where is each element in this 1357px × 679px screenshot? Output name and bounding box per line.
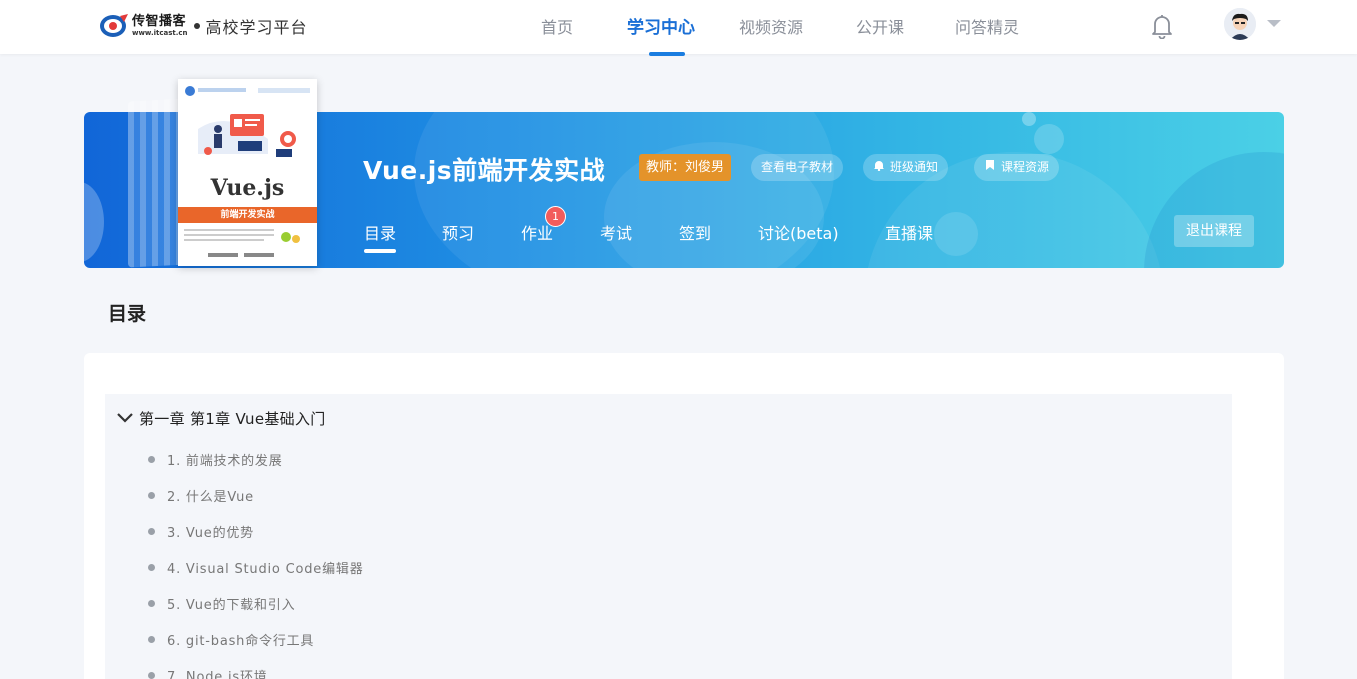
bell-icon[interactable] — [1151, 13, 1173, 40]
bookmark-icon — [984, 154, 996, 181]
chapter-title: 第一章 第1章 Vue基础入门 — [139, 409, 326, 428]
tab-discussion[interactable]: 讨论(beta) — [758, 220, 839, 244]
tab-exam[interactable]: 考试 — [600, 220, 632, 244]
nav-home[interactable]: 首页 — [541, 14, 573, 38]
course-resources-label: 课程资源 — [1001, 160, 1050, 174]
lesson-item[interactable]: 5. Vue的下载和引入 — [148, 593, 295, 613]
book-cover: Vue.js 前端开发实战 — [178, 79, 317, 266]
nav-active-indicator — [649, 52, 685, 56]
banner-decoration — [1034, 124, 1064, 154]
logo-separator — [193, 23, 200, 29]
site-logo[interactable]: 传智播客 www.itcast.cn 高校学习平台 — [98, 11, 308, 41]
book-cover-subtitle: 前端开发实战 — [178, 207, 317, 223]
logo-mark-icon — [98, 12, 130, 40]
notification-icon — [873, 154, 885, 181]
banner-decoration — [934, 212, 978, 256]
chevron-down-icon[interactable] — [116, 409, 134, 427]
nav-learning-center[interactable]: 学习中心 — [627, 13, 695, 38]
lesson-item[interactable]: 2. 什么是Vue — [148, 485, 254, 505]
lesson-label: 3. Vue的优势 — [167, 525, 254, 541]
catalog-heading: 目录 — [108, 303, 147, 325]
lesson-item[interactable]: 4. Visual Studio Code编辑器 — [148, 557, 364, 577]
banner-decoration — [1144, 152, 1284, 268]
bullet-icon — [148, 599, 155, 607]
top-navbar: 传智播客 www.itcast.cn 高校学习平台 首页 学习中心 视频资源 公… — [0, 0, 1357, 56]
bullet-icon — [148, 671, 155, 679]
lesson-label: 6. git-bash命令行工具 — [167, 633, 315, 649]
nav-video-resources[interactable]: 视频资源 — [739, 14, 803, 38]
lesson-item[interactable]: 3. Vue的优势 — [148, 521, 254, 541]
bullet-icon — [148, 563, 155, 571]
nav-qa-assistant[interactable]: 问答精灵 — [955, 14, 1019, 38]
lesson-label: 1. 前端技术的发展 — [167, 453, 283, 469]
bullet-icon — [148, 527, 155, 535]
tab-active-indicator — [364, 249, 396, 253]
bullet-icon — [148, 491, 155, 499]
homework-count-badge: 1 — [545, 206, 566, 227]
lesson-label: 7. Node.js环境 — [167, 669, 268, 679]
bullet-icon — [148, 635, 155, 643]
banner-decoration — [84, 182, 104, 262]
lesson-label: 4. Visual Studio Code编辑器 — [167, 561, 364, 577]
teacher-badge: 教师：刘俊男 — [639, 154, 732, 181]
banner-decoration — [1022, 112, 1036, 126]
lesson-label: 2. 什么是Vue — [167, 489, 254, 505]
tab-live-class[interactable]: 直播课 — [885, 220, 933, 244]
nav-open-courses[interactable]: 公开课 — [856, 14, 904, 38]
course-title: Vue.js前端开发实战 — [363, 156, 606, 185]
lesson-item[interactable]: 7. Node.js环境 — [148, 665, 268, 679]
view-ebook-button[interactable]: 查看电子教材 — [751, 154, 844, 181]
book-cover-title: Vue.js — [210, 175, 285, 201]
lesson-item[interactable]: 6. git-bash命令行工具 — [148, 629, 314, 649]
class-notice-label: 班级通知 — [890, 160, 939, 174]
class-notice-button[interactable]: 班级通知 — [863, 154, 949, 181]
course-resources-button[interactable]: 课程资源 — [974, 154, 1060, 181]
caret-down-icon[interactable] — [1267, 20, 1281, 27]
view-ebook-label: 查看电子教材 — [761, 160, 834, 174]
logo-url-text: www.itcast.cn — [132, 29, 188, 37]
tab-checkin[interactable]: 签到 — [679, 220, 711, 244]
bullet-icon — [148, 455, 155, 463]
tab-catalog[interactable]: 目录 — [364, 220, 396, 244]
lesson-label: 5. Vue的下载和引入 — [167, 597, 296, 613]
user-avatar-icon[interactable] — [1224, 8, 1256, 40]
platform-name: 高校学习平台 — [205, 18, 308, 37]
exit-course-button[interactable]: 退出课程 — [1174, 215, 1254, 247]
lesson-item[interactable]: 1. 前端技术的发展 — [148, 449, 283, 469]
tab-preview[interactable]: 预习 — [442, 220, 474, 244]
logo-brand-text: 传智播客 — [132, 14, 187, 29]
chapter-header[interactable]: 第一章 第1章 Vue基础入门 — [116, 406, 326, 430]
